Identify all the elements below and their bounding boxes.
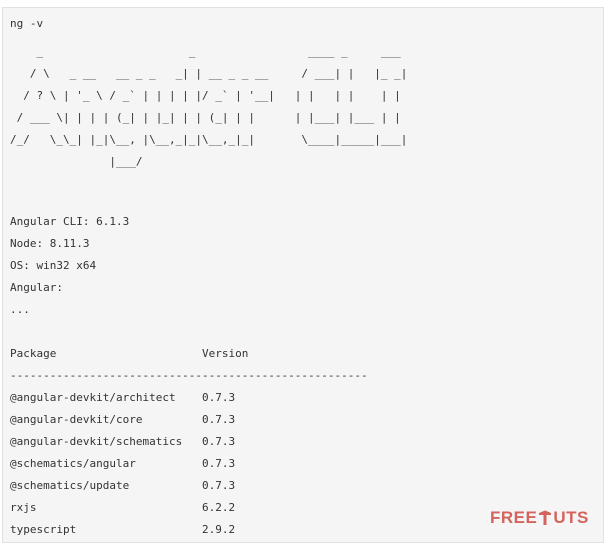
watermark-text-left: FREE xyxy=(490,508,538,527)
watermark-text-right: UTS xyxy=(553,508,589,527)
package-table-header: Package Version xyxy=(10,347,249,360)
info-line-cli-version: Angular CLI: 6.1.3 xyxy=(10,215,130,228)
info-line-node-version: Node: 8.11.3 xyxy=(10,237,90,250)
code-block: ng -v _ _ ____ _ ___ / \ _ __ __ _ _ _| … xyxy=(2,7,604,543)
package-table-rule: ----------------------------------------… xyxy=(10,369,368,382)
package-row: @angular-devkit/schematics 0.7.3 xyxy=(10,435,236,448)
tree-t-icon xyxy=(538,510,552,526)
command-line: ng -v xyxy=(10,17,44,30)
package-row: @angular-devkit/architect 0.7.3 xyxy=(10,391,236,404)
package-row: typescript 2.9.2 xyxy=(10,523,236,536)
info-line-os: OS: win32 x64 xyxy=(10,259,97,272)
package-row: rxjs 6.2.2 xyxy=(10,501,236,514)
freetuts-watermark-logo: FREE UTS xyxy=(490,508,589,528)
package-row: @schematics/angular 0.7.3 xyxy=(10,457,236,470)
info-line-ellipsis: ... xyxy=(10,303,30,316)
info-line-angular: Angular: xyxy=(10,281,63,294)
angular-cli-ascii-banner: _ _ ____ _ ___ / \ _ __ __ _ _ _| | __ _… xyxy=(10,45,408,168)
package-row: @schematics/update 0.7.3 xyxy=(10,479,236,492)
package-row: @angular-devkit/core 0.7.3 xyxy=(10,413,236,426)
